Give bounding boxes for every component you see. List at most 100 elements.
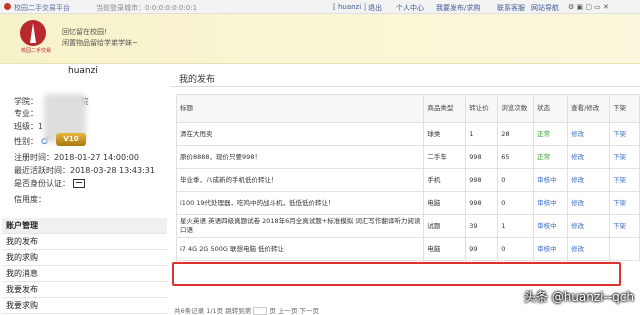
edit-link[interactable]: 修改 (567, 145, 611, 169)
cell-title: 原价8888，现价只要998！ (175, 145, 425, 169)
pager-text: 共6条记录 1/1页 跳转到第 (174, 307, 252, 315)
menu-publish[interactable]: 我要发布 (2, 282, 167, 298)
col-view-edit: 查看/修改 (567, 94, 611, 123)
edit-link[interactable]: 修改 (567, 191, 611, 215)
cell-price: 39 (465, 214, 499, 238)
credit-label: 信用度： (14, 195, 46, 204)
cell-title: 毕业季，八成新的手机低价转让！ (175, 168, 425, 192)
active-row: 最近活跃时间：2018-03-28 13:43:31 (14, 165, 155, 176)
table-row: 清在大甩卖 球类 1 28 正常 修改 下架 (175, 122, 640, 146)
cell-title: i100 19代处理器，吃鸡中的战斗机，低低低价转让！ (175, 191, 425, 215)
cell-status: 审核中 (533, 191, 569, 215)
table-header: 标题 商品类型 转让价 浏览次数 状态 查看/修改 下架 (175, 94, 640, 123)
offshelf-link[interactable]: 下架 (609, 168, 640, 192)
site-name: 校园二手交易平台 (14, 4, 70, 12)
city-label: 当前登录城市：0:0:0:0:0:0:0:1 (96, 4, 198, 12)
cell-status: 审核中 (533, 214, 569, 238)
class-label: 班级： (14, 122, 38, 131)
cell-price: 99 (465, 237, 499, 261)
reg-label: 注册时间： (14, 153, 54, 162)
table-row: i7 4G 2G 500G 联想电脑 低价转让 电脑 99 0 审核中 修改 (175, 237, 640, 261)
col-title: 标题 (175, 94, 425, 123)
page-title: 我的发布 (179, 75, 216, 85)
active-label: 最近活跃时间： (14, 166, 70, 175)
divider: | (364, 3, 367, 11)
pager-suffix[interactable]: 页 上一页 下一页 (269, 307, 319, 315)
user-link[interactable]: [ huanzi ] (333, 3, 366, 11)
auth-row: 是否身份认证： (14, 178, 85, 189)
cell-type: 试题 (423, 214, 467, 238)
offshelf-link[interactable]: 下架 (609, 214, 640, 238)
credit-badge: V10 (56, 133, 86, 146)
menu-my-requests[interactable]: 我的求购 (2, 250, 167, 266)
col-views: 浏览次数 (497, 94, 535, 123)
offshelf-link[interactable]: 下架 (609, 122, 640, 146)
cell-type: 球类 (423, 122, 467, 146)
profile-panel: huanzi 学院： 院 专业： 班级：1 性别： ♂ 注册时间：2018-01… (0, 64, 168, 315)
cell-price: 1 (465, 122, 499, 146)
cell-status: 审核中 (533, 168, 569, 192)
cell-price: 998 (465, 145, 499, 169)
cell-title: 清在大甩卖 (175, 122, 425, 146)
reg-value: 2018-01-27 14:00:00 (54, 153, 139, 162)
table-row: 毕业季，八成新的手机低价转让！ 手机 998 0 审核中 修改 下架 (175, 168, 640, 192)
id-card-icon (73, 179, 85, 188)
cell-type: 电脑 (423, 237, 467, 261)
menu-account[interactable]: 账户管理 (2, 218, 167, 234)
top-bar: 校园二手交易平台 当前登录城市：0:0:0:0:0:0:0:1 [ huanzi… (0, 0, 640, 14)
username: huanzi (68, 66, 98, 76)
offshelf-link[interactable]: 下架 (609, 145, 640, 169)
nav-customer-service[interactable]: 联系客服 (497, 3, 525, 13)
cell-type: 手机 (423, 168, 467, 192)
menu-request[interactable]: 我要求购 (2, 298, 167, 314)
offshelf-link[interactable] (609, 237, 640, 261)
nav-publish[interactable]: 我要发布/求购 (436, 3, 480, 13)
class-row: 班级：1 (14, 121, 43, 132)
edit-link[interactable]: 修改 (567, 122, 611, 146)
posts-table: 标题 商品类型 转让价 浏览次数 状态 查看/修改 下架 清在大甩卖 球类 1 … (175, 94, 640, 261)
menu-my-posts[interactable]: 我的发布 (2, 234, 167, 250)
site-logo-icon (4, 3, 11, 10)
logo-caption: 校园二手交易 (20, 48, 51, 54)
divider (170, 86, 640, 87)
col-type: 商品类型 (423, 94, 467, 123)
cell-views: 0 (497, 168, 535, 192)
school-label: 学院： (14, 97, 38, 106)
pagination: 共6条记录 1/1页 跳转到第 页 上一页 下一页 (174, 305, 319, 315)
menu-my-messages[interactable]: 我的消息 (2, 266, 167, 282)
cell-views: 28 (497, 122, 535, 146)
offshelf-link[interactable]: 下架 (609, 191, 640, 215)
user-menu: 账户管理 我的发布 我的求购 我的消息 我要发布 我要求购 (2, 218, 167, 314)
slogan-line-1: 回忆留在校园! (62, 28, 107, 36)
cell-status: 正常 (533, 145, 569, 169)
slogan-line-2: 闲置物品留给学弟学妹~ (62, 39, 138, 47)
table-row: 星火英语 英语四级真题试卷 2018年6月全真试题+标准模拟 词汇写作翻译听力阅… (175, 214, 640, 238)
brand-logo[interactable]: 校园二手交易 (14, 20, 58, 56)
nav-site-map[interactable]: 网站导航 (531, 3, 559, 13)
edit-link[interactable]: 修改 (567, 237, 611, 261)
cell-price: 998 (465, 191, 499, 215)
cell-title: 星火英语 英语四级真题试卷 2018年6月全真试题+标准模拟 词汇写作翻译听力阅… (175, 214, 425, 238)
edit-link[interactable]: 修改 (567, 214, 611, 238)
table-row: i100 19代处理器，吃鸡中的战斗机，低低低价转让！ 电脑 998 0 审核中… (175, 191, 640, 215)
nav-personal-center[interactable]: 个人中心 (396, 3, 424, 13)
edit-link[interactable]: 修改 (567, 168, 611, 192)
logout-link[interactable]: 退出 (368, 3, 382, 13)
cell-type: 二手车 (423, 145, 467, 169)
watermark: 头条 @huanzi--qch (523, 290, 634, 304)
cell-status: 审核中 (533, 237, 569, 261)
cell-views: 1 (497, 214, 535, 238)
cell-views: 65 (497, 145, 535, 169)
active-value: 2018-03-28 13:43:31 (70, 166, 155, 175)
table-row: 原价8888，现价只要998！ 二手车 998 65 正常 修改 下架 (175, 145, 640, 169)
col-offshelf: 下架 (609, 94, 640, 123)
col-status: 状态 (533, 94, 569, 123)
cell-views: 0 (497, 191, 535, 215)
major-label: 专业： (14, 109, 38, 118)
gender-label: 性别： (14, 137, 38, 146)
auth-label: 是否身份认证： (14, 179, 70, 188)
cell-status: 正常 (533, 122, 569, 146)
toolbar-icons[interactable]: ⚙ ▣ ▢ ▭ ✕ (568, 3, 609, 11)
cell-title: i7 4G 2G 500G 联想电脑 低价转让 (175, 237, 425, 261)
page-jump-input[interactable] (253, 307, 268, 315)
